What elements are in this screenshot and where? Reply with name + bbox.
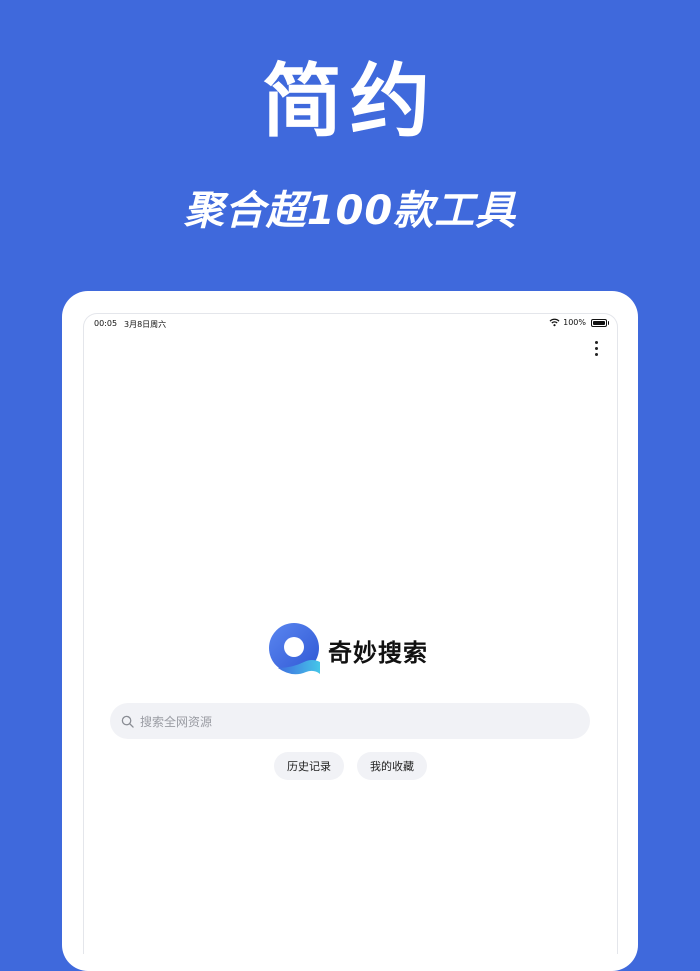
favorites-button[interactable]: 我的收藏	[357, 752, 427, 780]
app-brand: 奇妙搜索	[268, 622, 428, 678]
status-date: 3月8日周六	[124, 320, 167, 329]
battery-percent: 100%	[563, 318, 586, 327]
app-name: 奇妙搜索	[328, 638, 428, 667]
search-placeholder: 搜索全网资源	[140, 714, 213, 729]
promo-subline: 聚合超100款工具	[183, 188, 517, 234]
app-screen: 00:05 3月8日周六 100% 奇妙搜索 搜索全网资源 历史记录 我的收藏	[83, 313, 618, 954]
search-input[interactable]: 搜索全网资源	[110, 703, 590, 739]
more-dot	[594, 346, 598, 350]
battery-icon	[591, 318, 609, 327]
wifi-icon	[549, 318, 560, 327]
history-button[interactable]: 历史记录	[274, 752, 344, 780]
app-logo-icon	[269, 623, 320, 675]
more-dot	[594, 352, 598, 356]
promo-headline: 简约	[262, 55, 438, 148]
status-bar: 00:05 3月8日周六 100%	[84, 314, 617, 334]
status-time: 00:05	[94, 319, 118, 328]
more-vertical-icon	[594, 340, 598, 344]
more-menu-button[interactable]	[589, 338, 603, 358]
search-icon	[121, 715, 134, 728]
status-indicators: 100%	[549, 318, 609, 327]
quick-actions: 历史记录 我的收藏	[84, 752, 617, 780]
